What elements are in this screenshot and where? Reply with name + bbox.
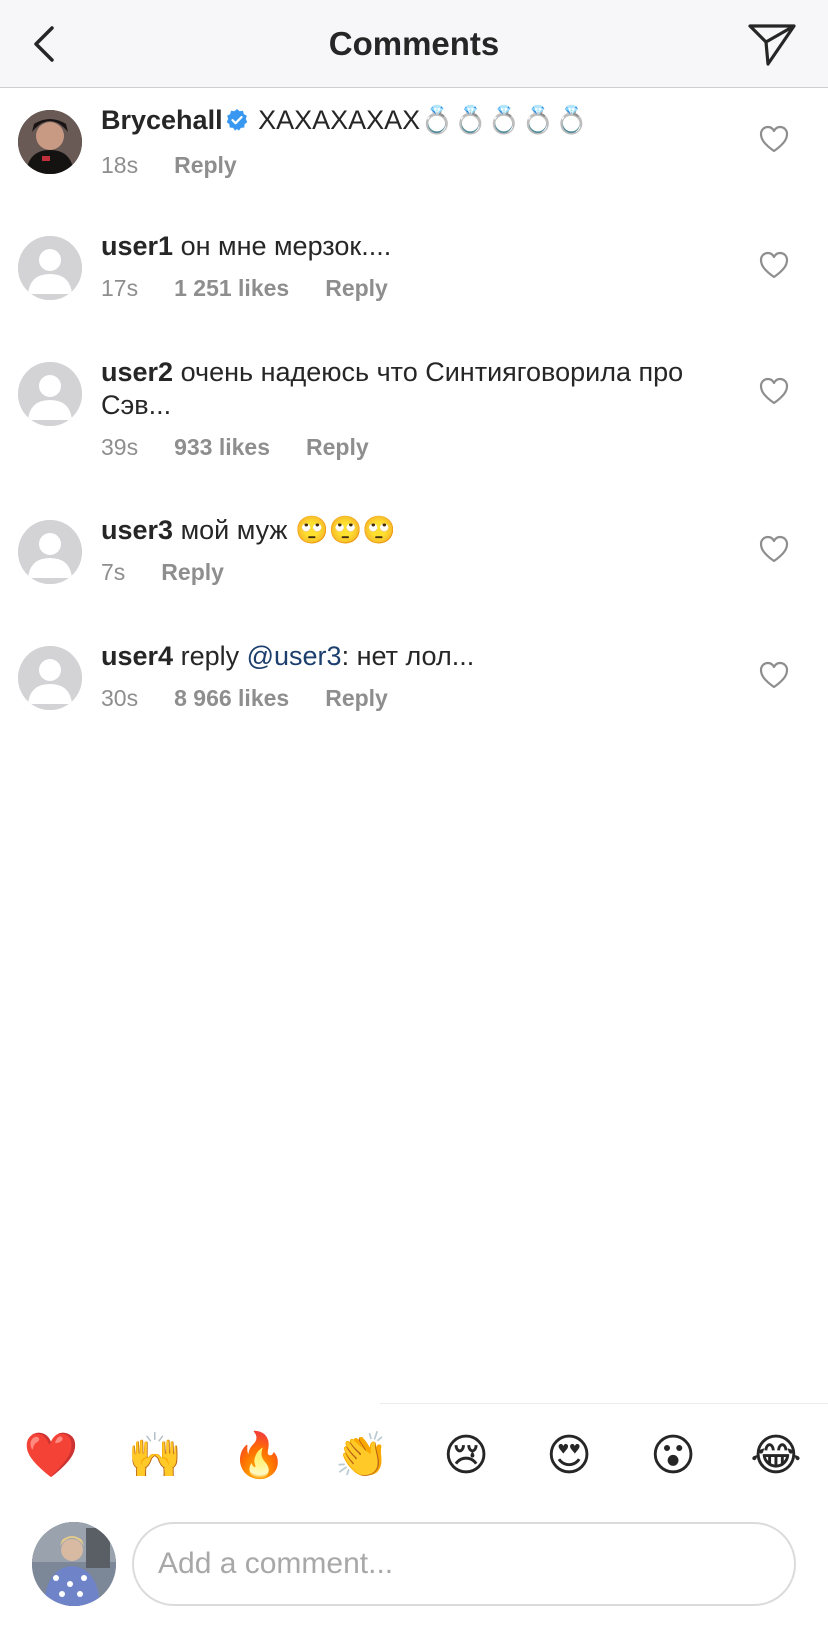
likes-count[interactable]: 8 966 likes (174, 683, 289, 713)
like-button[interactable] (758, 376, 790, 406)
likes-count[interactable]: 1 251 likes (174, 273, 289, 303)
heart-icon (759, 535, 789, 563)
heart-icon (759, 377, 789, 405)
like-button[interactable] (758, 534, 790, 564)
avatar[interactable] (18, 236, 82, 300)
reply-button[interactable]: Reply (161, 557, 224, 587)
emoji-reaction-bar: ❤️ 🙌 🔥 👏 😢 😍 😮 😂 (0, 1428, 828, 1492)
comment-item: user4 reply @user3: нет лол... 30s 8 966… (0, 624, 828, 750)
comment-username[interactable]: user1 (101, 231, 173, 261)
comment-username[interactable]: Brycehall (101, 105, 223, 135)
comment-text: ХАХАХАХАХ💍💍💍💍💍 (258, 105, 589, 135)
comment-username[interactable]: user2 (101, 357, 173, 387)
comment-time: 17s (101, 275, 139, 301)
verified-badge-icon (225, 107, 249, 140)
comment-time: 7s (101, 559, 126, 585)
avatar[interactable] (18, 520, 82, 584)
reply-button[interactable]: Reply (306, 432, 369, 462)
emoji-surprised-button[interactable]: 😮 (645, 1428, 701, 1484)
share-button[interactable] (746, 20, 798, 68)
comment-text: : нет лол... (341, 641, 475, 671)
mention-link[interactable]: @user3 (247, 641, 342, 671)
comment-composer (0, 1512, 828, 1612)
emoji-clap-button[interactable]: 👏 (334, 1428, 390, 1484)
composer-divider (380, 1403, 828, 1404)
comment-time: 39s (101, 434, 139, 460)
comment-username[interactable]: user4 (101, 641, 173, 671)
avatar[interactable] (18, 362, 82, 426)
comment-item: user2 очень надеюсь что Синтияговорила п… (0, 340, 828, 498)
comment-text: очень надеюсь что Синтияговорила про Сэв… (101, 357, 684, 420)
avatar[interactable] (18, 646, 82, 710)
comment-text-prefix: reply (180, 641, 247, 671)
emoji-heart-button[interactable]: ❤️ (23, 1428, 79, 1484)
reply-button[interactable]: Reply (325, 273, 388, 303)
reply-button[interactable]: Reply (325, 683, 388, 713)
emoji-fire-button[interactable]: 🔥 (231, 1428, 287, 1484)
like-button[interactable] (758, 124, 790, 154)
avatar[interactable] (18, 110, 82, 174)
comment-item: user3 мой муж 🙄🙄🙄 7s Reply (0, 498, 828, 624)
likes-count[interactable]: 933 likes (174, 432, 270, 462)
emoji-crying-button[interactable]: 😢 (438, 1428, 494, 1484)
emoji-raised-hands-button[interactable]: 🙌 (127, 1428, 183, 1484)
comment-time: 18s (101, 152, 139, 178)
comment-item: user1 он мне мерзок.... 17s 1 251 likes … (0, 214, 828, 340)
comment-input[interactable] (132, 1522, 796, 1606)
emoji-laughing-button[interactable]: 😂 (748, 1428, 804, 1484)
comment-text: он мне мерзок.... (180, 231, 392, 261)
page-title: Comments (328, 25, 500, 62)
like-button[interactable] (758, 660, 790, 690)
heart-icon (759, 251, 789, 279)
comment-item: Brycehall ХАХАХАХАХ💍💍💍💍💍 18s Reply (0, 88, 828, 214)
emoji-heart-eyes-button[interactable]: 😍 (541, 1428, 597, 1484)
heart-icon (759, 125, 789, 153)
comment-text: мой муж 🙄🙄🙄 (180, 515, 396, 545)
comment-username[interactable]: user3 (101, 515, 173, 545)
like-button[interactable] (758, 250, 790, 280)
current-user-avatar (32, 1522, 116, 1606)
heart-icon (759, 661, 789, 689)
comment-time: 30s (101, 685, 139, 711)
paper-plane-icon (748, 24, 796, 66)
header-bar: Comments (0, 0, 828, 88)
reply-button[interactable]: Reply (174, 150, 237, 180)
